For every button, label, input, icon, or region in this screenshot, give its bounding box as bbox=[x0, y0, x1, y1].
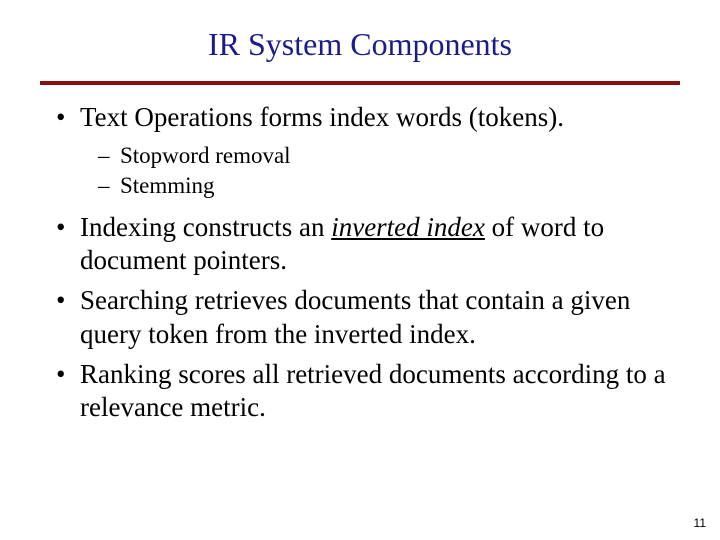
bullet-text: constructs an bbox=[176, 212, 331, 242]
slide-body: Text Operations forms index words (token… bbox=[0, 85, 720, 425]
bullet-text: forms index words (tokens). bbox=[253, 102, 564, 132]
bullet-list: Text Operations forms index words (token… bbox=[52, 101, 668, 425]
slide-title: IR System Components bbox=[0, 0, 720, 75]
slide: IR System Components Text Operations for… bbox=[0, 0, 720, 540]
bullet-ranking: Ranking scores all retrieved documents a… bbox=[52, 358, 668, 426]
lead-term: Text Operations bbox=[80, 102, 253, 132]
emphasis-inverted-index: inverted index bbox=[331, 212, 485, 242]
lead-term: Searching bbox=[80, 285, 188, 315]
lead-term: Indexing bbox=[80, 212, 176, 242]
page-number: 11 bbox=[694, 516, 706, 530]
lead-term: Ranking bbox=[80, 359, 172, 389]
sub-bullet-stopword: Stopword removal bbox=[98, 141, 668, 171]
sub-bullet-stemming: Stemming bbox=[98, 171, 668, 201]
bullet-searching: Searching retrieves documents that conta… bbox=[52, 284, 668, 352]
bullet-indexing: Indexing constructs an inverted index of… bbox=[52, 211, 668, 279]
sub-bullet-list: Stopword removal Stemming bbox=[80, 141, 668, 201]
bullet-text-operations: Text Operations forms index words (token… bbox=[52, 101, 668, 201]
